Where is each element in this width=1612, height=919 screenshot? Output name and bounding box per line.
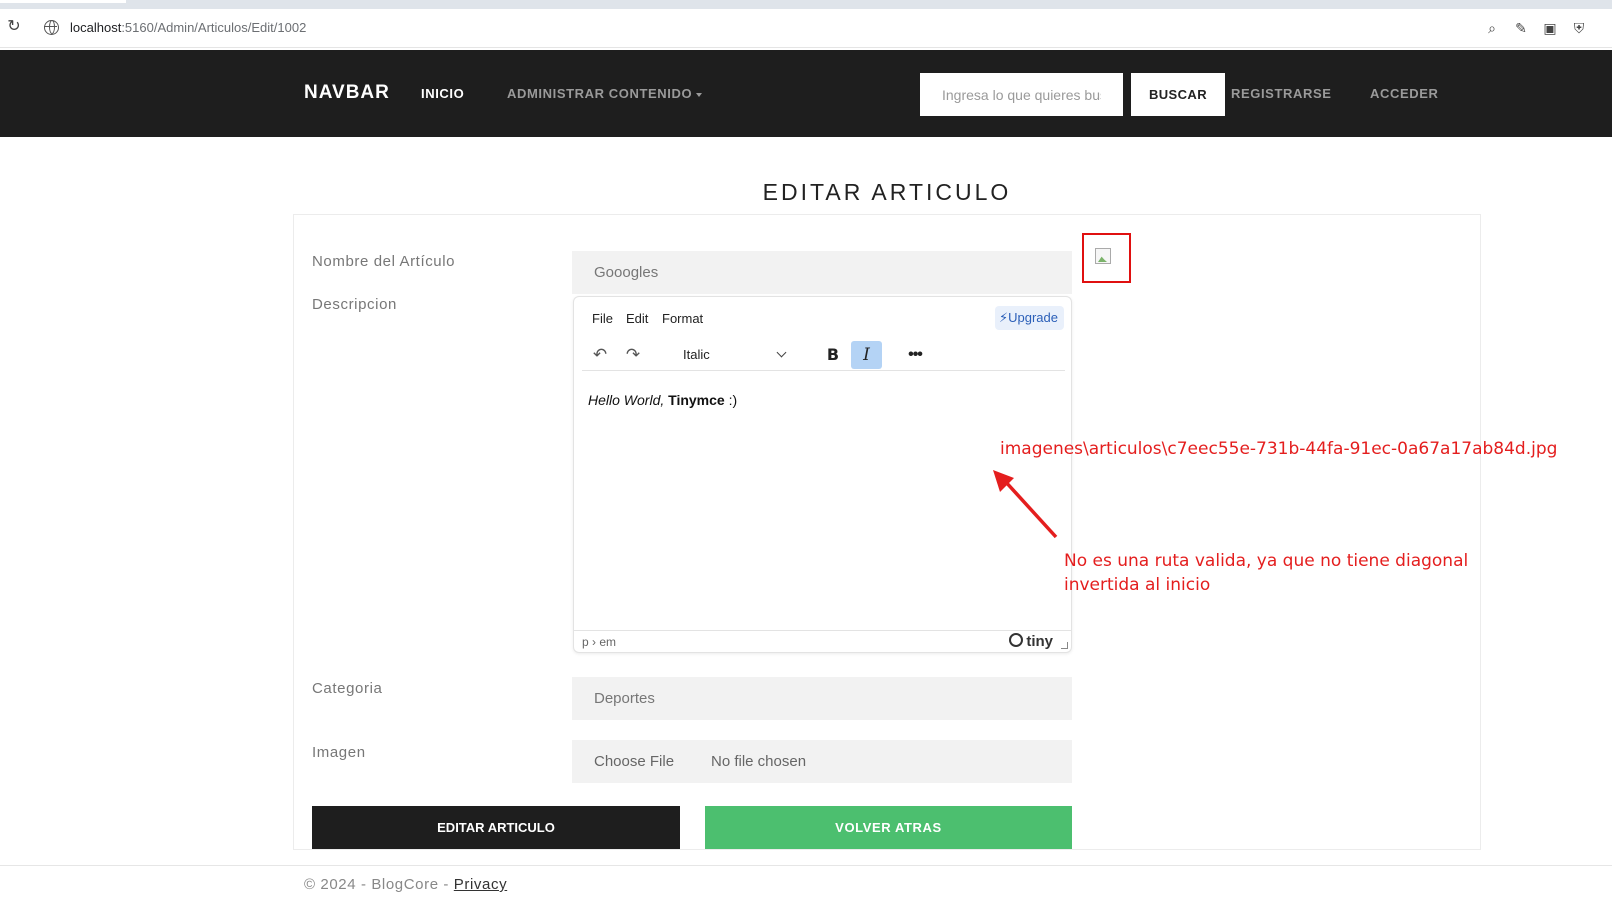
redo-icon[interactable]: ↷ xyxy=(619,342,647,368)
reload-icon[interactable]: ↻ xyxy=(6,19,22,35)
zoom-search-icon[interactable]: ⌕ xyxy=(1484,20,1500,36)
edit-icon[interactable]: ✎ xyxy=(1513,20,1529,36)
site-navbar: NAVBAR INICIO ADMINISTRAR CONTENIDO BUSC… xyxy=(0,50,1612,137)
descripcion-label: Descripcion xyxy=(312,296,397,313)
caret-down-icon xyxy=(696,92,703,97)
browser-address-bar: ↻ localhost:5160/Admin/Articulos/Edit/10… xyxy=(0,9,1612,48)
camera-icon[interactable]: ▣ xyxy=(1542,20,1558,36)
nav-link-registrarse[interactable]: REGISTRARSE xyxy=(1231,86,1332,101)
content-rest-text: :) xyxy=(724,392,738,408)
nombre-input[interactable]: Gooogles xyxy=(572,251,1072,294)
nav-link-inicio[interactable]: INICIO xyxy=(421,86,464,101)
resize-handle-icon[interactable] xyxy=(1061,642,1068,649)
page-footer: © 2024 - BlogCore - Privacy xyxy=(0,865,1612,919)
annotation-note-text: No es una ruta valida, ya que no tiene d… xyxy=(1064,551,1469,595)
imagen-file-input[interactable]: Choose File No file chosen xyxy=(572,740,1072,783)
chevron-down-icon xyxy=(776,347,787,358)
url-path: :5160/Admin/Articulos/Edit/1002 xyxy=(121,20,307,35)
imagen-label: Imagen xyxy=(312,744,366,761)
site-info-icon[interactable] xyxy=(44,20,59,35)
annotation-arrow-icon xyxy=(993,470,1058,539)
file-status-text: No file chosen xyxy=(711,753,807,770)
editor-content-area[interactable]: Hello World, Tinymce :) xyxy=(588,392,737,408)
tiny-logo[interactable]: tiny xyxy=(1009,633,1053,650)
editar-articulo-button[interactable]: EDITAR ARTICULO xyxy=(312,806,680,849)
footer-copyright: © 2024 - BlogCore - xyxy=(304,876,454,893)
volver-atras-button[interactable]: VOLVER ATRAS xyxy=(705,806,1072,849)
menu-edit[interactable]: Edit xyxy=(626,311,648,326)
undo-icon[interactable]: ↶ xyxy=(586,342,614,368)
footer-text: © 2024 - BlogCore - Privacy xyxy=(304,876,507,893)
more-options-button[interactable]: ••• xyxy=(901,342,929,368)
tiny-logo-icon xyxy=(1009,633,1024,647)
choose-file-button[interactable]: Choose File xyxy=(594,740,674,783)
categoria-select[interactable]: Deportes xyxy=(572,677,1072,720)
annotation-highlight-box xyxy=(1082,233,1131,283)
nav-link-acceder[interactable]: ACCEDER xyxy=(1370,86,1438,101)
bold-button[interactable]: B xyxy=(819,342,847,368)
shield-icon[interactable]: ⛨ xyxy=(1571,20,1587,36)
url-host: localhost xyxy=(70,20,122,35)
menu-format[interactable]: Format xyxy=(662,311,703,326)
search-button[interactable]: BUSCAR xyxy=(1131,73,1225,116)
content-italic-text: Hello World, xyxy=(588,392,665,408)
tiny-logo-text: tiny xyxy=(1026,633,1053,650)
active-tab-edge[interactable] xyxy=(0,0,126,3)
editor-statusbar: p › em tiny xyxy=(574,630,1071,652)
nav-link-administrar-contenido[interactable]: ADMINISTRAR CONTENIDO xyxy=(507,86,703,101)
upgrade-label: Upgrade xyxy=(1008,310,1058,325)
search-input[interactable] xyxy=(920,73,1123,116)
broken-image-icon xyxy=(1095,248,1111,264)
block-format-value: Italic xyxy=(683,347,710,362)
editor-menubar: File Edit Format ⚡Upgrade xyxy=(574,297,1071,339)
annotation-path-text: imagenes\articulos\c7eec55e-731b-44fa-91… xyxy=(1000,439,1558,459)
browser-tab-strip xyxy=(0,0,1612,9)
navbar-brand[interactable]: NAVBAR xyxy=(304,82,390,104)
nombre-label: Nombre del Artículo xyxy=(312,253,456,270)
nav-link-administrar-label: ADMINISTRAR CONTENIDO xyxy=(507,86,693,101)
content-bold-text: Tinymce xyxy=(668,392,725,408)
privacy-link[interactable]: Privacy xyxy=(454,876,507,893)
element-path[interactable]: p › em xyxy=(582,635,616,649)
block-format-select[interactable]: Italic xyxy=(675,342,791,368)
url-field[interactable]: localhost:5160/Admin/Articulos/Edit/1002 xyxy=(70,20,306,35)
editor-toolbar: ↶ ↷ Italic B I ••• xyxy=(582,339,1065,371)
menu-file[interactable]: File xyxy=(592,311,613,326)
page-title: EDITAR ARTICULO xyxy=(762,179,1012,205)
italic-button[interactable]: I xyxy=(851,341,882,369)
categoria-label: Categoria xyxy=(312,680,383,697)
lightning-icon: ⚡ xyxy=(998,310,1009,325)
upgrade-button[interactable]: ⚡Upgrade xyxy=(994,306,1064,330)
